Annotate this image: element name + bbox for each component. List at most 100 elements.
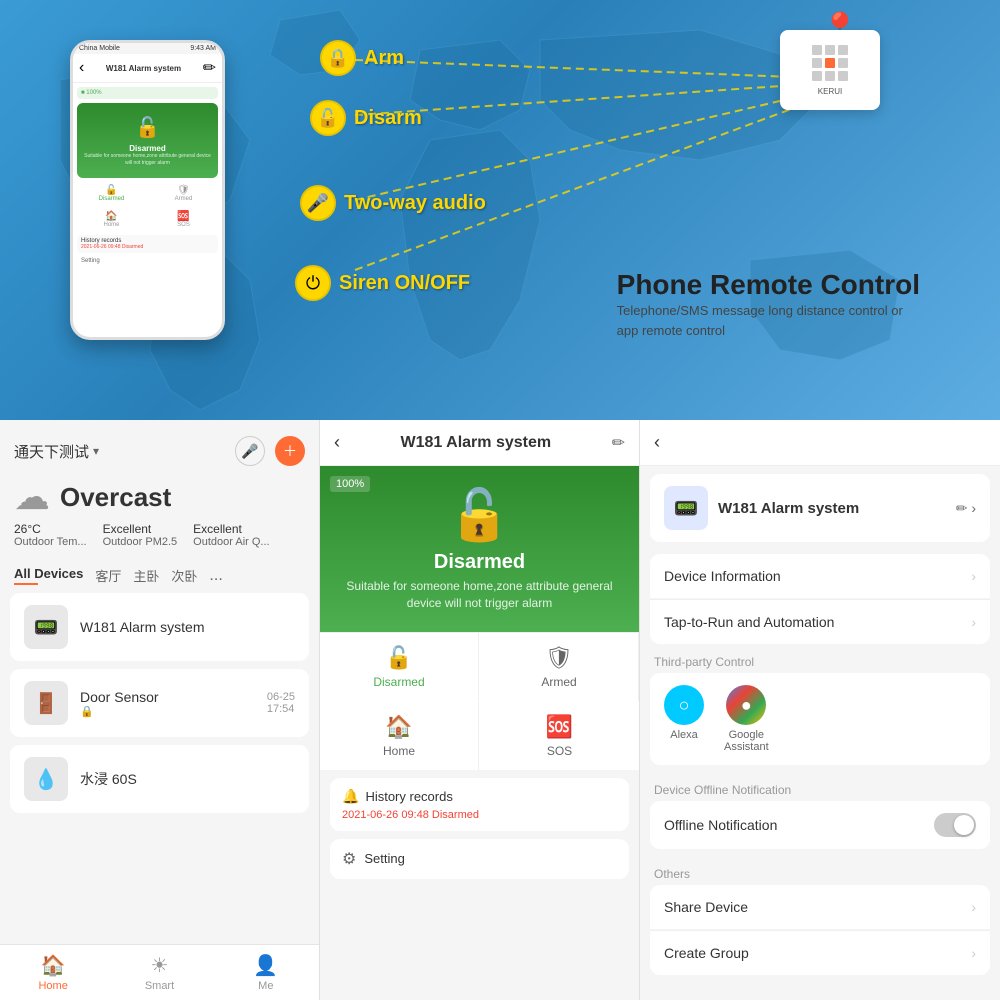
home-nav-icon: 🏠 [41, 953, 66, 978]
home-header: 通天下测试 ▾ 🎤 ＋ [0, 420, 319, 476]
pm25-value: Excellent [103, 522, 178, 536]
add-device-icon[interactable]: ＋ [275, 436, 305, 466]
third-party-section: ○ Alexa ● GoogleAssistant [650, 673, 990, 765]
device-info-alarm: W181 Alarm system [80, 619, 295, 635]
arm-icon: 🔒 [320, 40, 356, 76]
chevron-right-icon-2: › [971, 614, 976, 630]
alarm-setting-label: Setting [364, 851, 404, 866]
settings-menu-group[interactable]: Create Group › [650, 930, 990, 975]
alarm-ctrl-sos[interactable]: 🆘 SOS [480, 702, 639, 770]
settings-menu-automation[interactable]: Tap-to-Run and Automation › [650, 599, 990, 644]
nav-home[interactable]: 🏠 Home [0, 953, 106, 992]
filter-more-icon[interactable]: ... [209, 567, 222, 585]
device-icon-alarm: 📟 [24, 605, 68, 649]
battery-indicator: 100% [330, 476, 370, 492]
feature-audio: 🎤 Two-way audio [300, 185, 486, 221]
settings-menu-device-info[interactable]: Device Information › [650, 554, 990, 598]
nav-home-label: Home [38, 980, 67, 992]
filter-underline [14, 583, 38, 585]
nav-smart[interactable]: ☀ Smart [106, 953, 212, 992]
phone-btn-home: 🏠Home [77, 208, 146, 231]
phone-btn-sos: 🆘SOS [149, 208, 218, 231]
filter-living[interactable]: 客厅 [95, 566, 121, 585]
offline-toggle[interactable] [934, 813, 976, 837]
filter-second[interactable]: 次卧 [171, 566, 197, 585]
panel-home: 通天下测试 ▾ 🎤 ＋ ☁ Overcast 26°C Outdoor Tem.… [0, 420, 320, 1000]
remote-control-section: Phone Remote Control Telephone/SMS messa… [617, 269, 920, 340]
arm-label: Arm [364, 47, 404, 70]
panel-alarm: ‹ W181 Alarm system ✏ 100% 🔓 Disarmed Su… [320, 420, 640, 1000]
alarm-ctrl-armed[interactable]: 🛡 Armed [480, 633, 639, 701]
feature-arm: 🔒 Arm [320, 40, 404, 76]
settings-header: ‹ [640, 420, 1000, 466]
alarm-ctrl-disarmed[interactable]: 🔓 Disarmed [320, 633, 479, 701]
others-label: Others [640, 857, 1000, 885]
disarmed-ctrl-icon: 🔓 [385, 645, 412, 671]
home-ctrl-label: Home [383, 744, 415, 758]
third-party-icons: ○ Alexa ● GoogleAssistant [664, 685, 976, 753]
alarm-status-text: Disarmed [340, 551, 619, 574]
device-time-door: 06-2517:54 [267, 691, 295, 715]
phone-btn-disarmed: 🔓Disarmed [77, 182, 146, 205]
device-item-door[interactable]: 🚪 Door Sensor 🔒 06-2517:54 [10, 669, 309, 737]
mic-icon[interactable]: 🎤 [235, 436, 265, 466]
disarm-icon: 🔓 [310, 100, 346, 136]
alarm-title: W181 Alarm system [401, 434, 552, 452]
phone-lock-icon: 🔓 [83, 115, 212, 140]
location-name: 通天下测试 [14, 441, 89, 462]
device-item-water[interactable]: 💧 水浸 60S [10, 745, 309, 813]
phone-mockup: China Mobile 9:43 AM ‹ W181 Alarm system… [70, 40, 225, 340]
offline-section: Offline Notification [650, 801, 990, 849]
weather-label: Overcast [60, 482, 171, 513]
alexa-item[interactable]: ○ Alexa [664, 685, 704, 753]
smart-nav-icon: ☀ [151, 953, 169, 978]
header-icons: 🎤 ＋ [235, 436, 305, 466]
temp-value: 26°C [14, 522, 87, 536]
menu-automation-label: Tap-to-Run and Automation [664, 614, 834, 630]
device-item-alarm[interactable]: 📟 W181 Alarm system [10, 593, 309, 661]
home-ctrl-icon: 🏠 [385, 714, 412, 740]
phone-disarmed: Disarmed [83, 144, 212, 153]
nav-me[interactable]: 👤 Me [213, 953, 319, 992]
device-meta-door: 🔒 [80, 705, 255, 718]
alarm-lock-icon: 🔓 [340, 486, 619, 545]
cloud-icon: ☁ [14, 476, 50, 518]
device-name-alarm: W181 Alarm system [80, 619, 295, 635]
device-filter: All Devices 客厅 主卧 次卧 ... [0, 558, 319, 593]
phone-alarm-title: W181 Alarm system [106, 64, 181, 73]
settings-back-icon[interactable]: ‹ [654, 432, 660, 453]
weather-details: 26°C Outdoor Tem... Excellent Outdoor PM… [14, 522, 305, 548]
nav-smart-label: Smart [145, 980, 174, 992]
alarm-edit-icon[interactable]: ✏ [612, 433, 625, 453]
device-list: 📟 W181 Alarm system 🚪 Door Sensor 🔒 06-2… [0, 593, 319, 944]
alarm-back-icon[interactable]: ‹ [334, 432, 340, 453]
chevron-right-icon-4: › [971, 945, 976, 961]
feature-siren: ⏻ Siren ON/OFF [295, 265, 470, 301]
google-label: GoogleAssistant [724, 729, 769, 753]
offline-section-label: Device Offline Notification [640, 773, 1000, 801]
alarm-history[interactable]: 🔔 History records 2021-06-26 09:48 Disar… [330, 778, 629, 831]
armed-ctrl-icon: 🛡 [545, 645, 573, 671]
phone-hist-date: 2021-06-26 09:48 Disarmed [81, 244, 214, 250]
alarm-ctrl-home[interactable]: 🏠 Home [320, 702, 479, 770]
toggle-knob [954, 815, 974, 835]
google-item[interactable]: ● GoogleAssistant [724, 685, 769, 753]
filter-all[interactable]: All Devices [14, 566, 83, 585]
nav-me-label: Me [258, 980, 273, 992]
siren-icon: ⏻ [295, 265, 331, 301]
alarm-hist-title: History records [365, 789, 452, 804]
alarm-status-area: 100% 🔓 Disarmed Suitable for someone hom… [320, 466, 639, 632]
pm25-label: Outdoor PM2.5 [103, 536, 178, 548]
phone-content: ■ 100% 🔓 Disarmed Suitable for someone h… [73, 83, 222, 270]
alexa-label: Alexa [670, 729, 698, 741]
air-value: Excellent [193, 522, 269, 536]
create-group-label: Create Group [664, 945, 749, 961]
phone-history: History records 2021-06-26 09:48 Disarme… [77, 235, 218, 253]
location-selector[interactable]: 通天下测试 ▾ [14, 441, 99, 462]
alarm-setting[interactable]: ⚙ Setting [330, 839, 629, 879]
settings-edit-icon[interactable]: ✏ › [956, 500, 976, 517]
weather-pm25: Excellent Outdoor PM2.5 [103, 522, 178, 548]
filter-master[interactable]: 主卧 [133, 566, 159, 585]
disarm-label: Disarm [354, 107, 422, 130]
settings-menu-share[interactable]: Share Device › [650, 885, 990, 929]
